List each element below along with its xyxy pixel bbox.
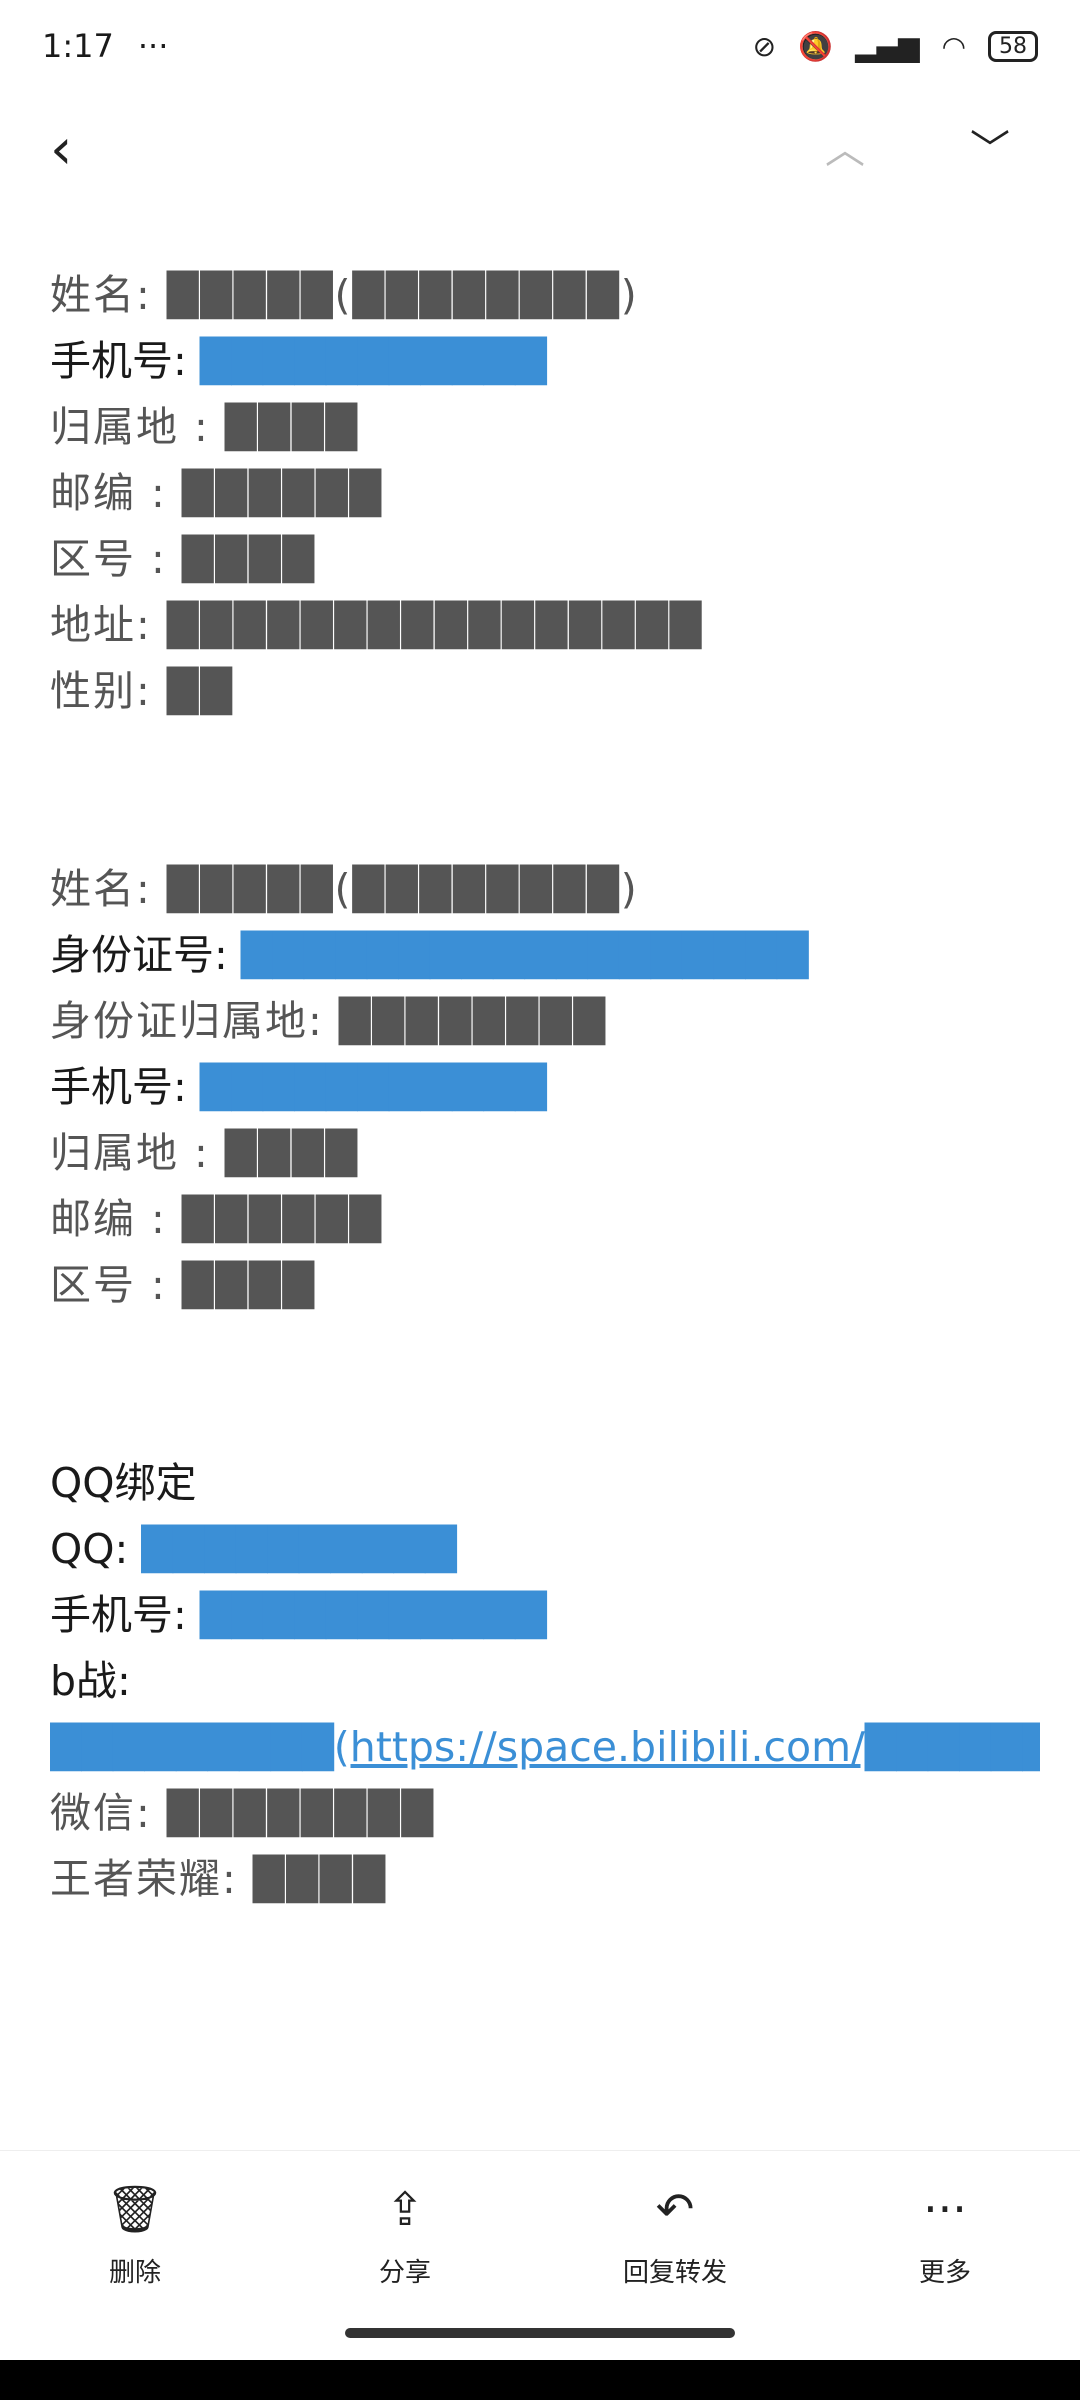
gesture-handle[interactable]	[345, 2328, 735, 2338]
more-label: 更多	[918, 2257, 971, 2288]
text-label: 手机号:	[50, 1063, 200, 1111]
more-icon: ···	[923, 2181, 967, 2236]
more-button[interactable]: ··· 更多	[810, 2151, 1080, 2321]
mail-body: 姓名: █████(████████) 手机号: ███████████ 归属地…	[50, 262, 1040, 1912]
text-line: 身份证归属地: ████████	[50, 997, 608, 1045]
text-line: 邮编 : ██████	[50, 469, 384, 517]
battery-icon: 58	[988, 30, 1038, 62]
mute-icon: 🔕	[798, 29, 833, 63]
text-line: 姓名: █████(████████)	[50, 271, 639, 319]
delete-button[interactable]: 🗑 删除	[0, 2151, 270, 2321]
signal-icon: ▂▄▆	[854, 29, 920, 63]
text-line: 区号 : ████	[50, 535, 317, 583]
text-line: 邮编 : ██████	[50, 1195, 384, 1243]
text-line: QQ绑定	[50, 1459, 197, 1507]
reply-label: 回复转发	[622, 2257, 727, 2288]
navigation-bar	[0, 2360, 1080, 2400]
bottom-toolbar: 🗑 删除 ⇪ 分享 ↶ 回复转发 ··· 更多	[0, 2150, 1080, 2321]
text-label: QQ:	[50, 1525, 142, 1573]
phone-link[interactable]: ███████████	[200, 1063, 547, 1111]
text-line: b战:	[50, 1657, 131, 1705]
wifi-icon: ◠	[941, 29, 966, 63]
qq-link[interactable]: ██████████	[141, 1525, 456, 1573]
text-label: 手机号:	[50, 1591, 200, 1639]
notification-dots: ···	[137, 27, 169, 65]
share-icon: ⇪	[385, 2181, 425, 2236]
share-label: 分享	[378, 2257, 431, 2288]
status-bar: 1:17 ··· ⊘ 🔕 ▂▄▆ ◠ 58	[0, 0, 1080, 92]
mail-header: ‹ ︿ ﹀	[0, 110, 1080, 190]
back-icon[interactable]: ‹	[50, 110, 72, 190]
clock: 1:17	[42, 27, 114, 65]
text-line: 归属地 : ████	[50, 403, 360, 451]
text-line: 性别: ██	[50, 667, 234, 715]
link-icon: ⊘	[752, 29, 777, 63]
text-line: 微信: ████████	[50, 1789, 436, 1837]
text-line: 姓名: █████(████████)	[50, 865, 639, 913]
phone-link[interactable]: ███████████	[200, 1591, 547, 1639]
trash-icon: 🗑	[105, 2181, 165, 2236]
reply-icon: ↶	[655, 2181, 695, 2236]
text-line: 归属地 : ████	[50, 1129, 360, 1177]
text-line: 王者荣耀: ████	[50, 1855, 387, 1903]
delete-label: 删除	[108, 2257, 161, 2288]
status-icons: ⊘ 🔕 ▂▄▆ ◠ 58	[753, 30, 1038, 63]
text-label: 手机号:	[50, 337, 200, 385]
share-button[interactable]: ⇪ 分享	[270, 2151, 540, 2321]
phone-link[interactable]: ███████████	[200, 337, 547, 385]
text-label: 身份证号:	[50, 931, 241, 979]
id-number-link[interactable]: ██████████████████	[241, 931, 809, 979]
reply-forward-button[interactable]: ↶ 回复转发	[540, 2151, 810, 2321]
text-line: 地址: ████████████████	[50, 601, 704, 649]
bilibili-link[interactable]: █████████(https://space.bilibili.com/███…	[50, 1714, 1040, 1780]
text-line: 区号 : ████	[50, 1261, 317, 1309]
previous-mail-icon[interactable]: ︿	[825, 110, 865, 190]
next-mail-icon[interactable]: ﹀	[970, 110, 1010, 190]
